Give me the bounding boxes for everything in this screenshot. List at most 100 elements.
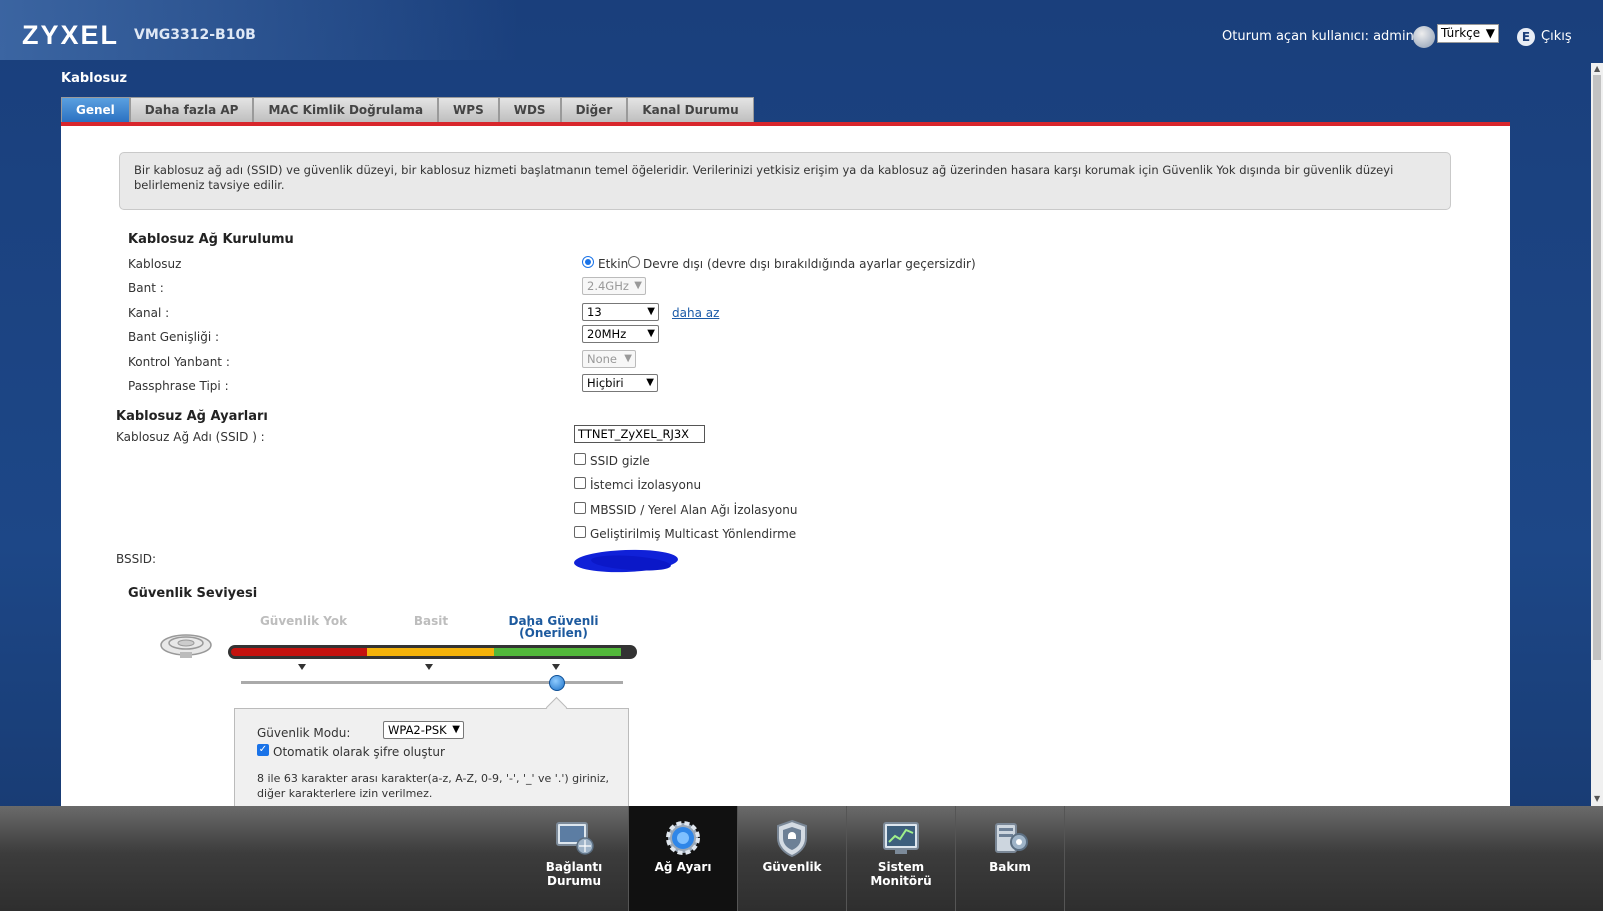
level-recommended-text: (Önerilen) bbox=[519, 626, 588, 640]
dock-network-settings[interactable]: Ağ Ayarı bbox=[629, 806, 737, 911]
passphrase-select[interactable]: Hiçbiri ▼ bbox=[582, 374, 658, 392]
channel-select[interactable]: 13 ▼ bbox=[582, 303, 659, 321]
tab-wds[interactable]: WDS bbox=[498, 97, 561, 123]
dock-label: Bağlantı Durumu bbox=[545, 860, 603, 888]
brand-logo: ZYXEL bbox=[22, 20, 120, 50]
tab-mac-auth[interactable]: MAC Kimlik Doğrulama bbox=[253, 97, 439, 123]
hide-ssid-label: SSID gizle bbox=[590, 454, 650, 468]
dock-connection-status[interactable]: Bağlantı Durumu bbox=[520, 806, 628, 911]
chevron-down-icon: ▼ bbox=[624, 353, 632, 364]
scroll-up-icon[interactable]: ▲ bbox=[1594, 64, 1600, 73]
wireless-enabled-radio[interactable] bbox=[582, 256, 594, 268]
bandwidth-label: Bant Genişliği : bbox=[128, 330, 220, 344]
level-segment-yellow bbox=[367, 648, 494, 656]
dock-system-monitor[interactable]: Sistem Monitörü bbox=[847, 806, 955, 911]
tab-wps[interactable]: WPS bbox=[438, 97, 499, 123]
logout-icon[interactable]: E bbox=[1517, 28, 1535, 46]
page-scrollbar[interactable]: ▲ ▼ bbox=[1591, 63, 1603, 806]
bandwidth-value: 20MHz bbox=[587, 327, 627, 341]
auto-password-label: Otomatik olarak şifre oluştur bbox=[273, 745, 445, 759]
scroll-down-icon[interactable]: ▼ bbox=[1594, 794, 1600, 803]
dock-security[interactable]: Güvenlik bbox=[738, 806, 846, 911]
security-slider-knob[interactable] bbox=[549, 675, 565, 691]
tab-channel-status[interactable]: Kanal Durumu bbox=[627, 97, 754, 123]
ssid-label: Kablosuz Ağ Adı (SSID ) : bbox=[116, 430, 265, 444]
level-marker-more bbox=[552, 664, 560, 670]
chevron-down-icon: ▼ bbox=[646, 377, 654, 388]
dock-label: Ağ Ayarı bbox=[654, 860, 712, 874]
tab-general[interactable]: Genel bbox=[61, 97, 130, 123]
security-mode-label: Güvenlik Modu: bbox=[257, 726, 351, 740]
sideband-label: Kontrol Yanbant : bbox=[128, 355, 230, 369]
logout-link[interactable]: Çıkış bbox=[1541, 29, 1572, 44]
network-heading: Kablosuz Ağ Ayarları bbox=[116, 409, 268, 424]
info-note: Bir kablosuz ağ adı (SSID) ve güvenlik d… bbox=[119, 152, 1451, 210]
tab-bar: Genel Daha fazla AP MAC Kimlik Doğrulama… bbox=[61, 97, 754, 123]
wireless-enabled-label: Etkin bbox=[598, 257, 629, 271]
dock-label: Sistem Monitörü bbox=[870, 860, 932, 888]
channel-value: 13 bbox=[587, 305, 602, 319]
dock-label: Bakım bbox=[989, 860, 1031, 874]
content-panel: Bir kablosuz ağ adı (SSID) ve güvenlik d… bbox=[61, 126, 1510, 819]
tab-other[interactable]: Diğer bbox=[560, 97, 628, 123]
model-name: VMG3312-B10B bbox=[134, 27, 256, 43]
security-mode-value: WPA2-PSK bbox=[388, 723, 447, 737]
chart-icon bbox=[883, 822, 919, 854]
passphrase-label: Passphrase Tipi : bbox=[128, 379, 229, 393]
band-select[interactable]: 2.4GHz ▼ bbox=[582, 277, 646, 295]
language-select[interactable]: Türkçe ▼ bbox=[1437, 24, 1499, 43]
passphrase-value: Hiçbiri bbox=[587, 376, 624, 390]
security-mode-select[interactable]: WPA2-PSK ▼ bbox=[383, 721, 464, 739]
mbssid-label: MBSSID / Yerel Alan Ağı İzolasyonu bbox=[590, 503, 798, 517]
level-none-label[interactable]: Güvenlik Yok bbox=[251, 614, 356, 628]
wireless-label: Kablosuz bbox=[128, 257, 182, 271]
level-marker-basic bbox=[425, 664, 433, 670]
user-avatar-icon bbox=[1413, 26, 1435, 48]
chevron-down-icon: ▼ bbox=[647, 328, 655, 339]
password-hint-line1: 8 ile 63 karakter arası karakter(a-z, A-… bbox=[257, 772, 610, 785]
hide-ssid-checkbox[interactable] bbox=[574, 453, 586, 465]
security-heading: Güvenlik Seviyesi bbox=[128, 586, 258, 601]
security-level-slider[interactable] bbox=[241, 681, 623, 684]
level-marker-none bbox=[298, 664, 306, 670]
client-isolation-checkbox[interactable] bbox=[574, 477, 586, 489]
band-value: 2.4GHz bbox=[587, 279, 629, 293]
monitor-icon bbox=[556, 822, 594, 855]
channel-label: Kanal : bbox=[128, 306, 170, 320]
bandwidth-select[interactable]: 20MHz ▼ bbox=[582, 325, 659, 343]
band-label: Bant : bbox=[128, 281, 164, 295]
language-value: Türkçe bbox=[1441, 26, 1481, 40]
setup-heading: Kablosuz Ağ Kurulumu bbox=[128, 232, 294, 247]
level-more-secure-label[interactable]: Daha Güvenli (Önerilen) bbox=[491, 615, 616, 639]
dock-label: Güvenlik bbox=[762, 860, 822, 874]
chevron-down-icon: ▼ bbox=[634, 280, 642, 291]
sideband-value: None bbox=[587, 352, 618, 366]
sideband-select[interactable]: None ▼ bbox=[582, 350, 636, 368]
tools-icon bbox=[995, 823, 1028, 853]
scroll-thumb[interactable] bbox=[1593, 75, 1601, 660]
wireless-disabled-radio[interactable] bbox=[628, 256, 640, 268]
chevron-down-icon: ▼ bbox=[1485, 26, 1495, 40]
chevron-down-icon: ▼ bbox=[452, 724, 460, 735]
password-hint-line2: diğer karakterlere izin verilmez. bbox=[257, 787, 433, 800]
router-icon bbox=[160, 634, 212, 658]
dock-separator bbox=[1064, 806, 1065, 911]
less-link[interactable]: daha az bbox=[672, 306, 719, 320]
security-level-bar bbox=[228, 645, 637, 659]
bssid-label: BSSID: bbox=[116, 552, 157, 566]
multicast-checkbox[interactable] bbox=[574, 526, 586, 538]
multicast-label: Geliştirilmiş Multicast Yönlendirme bbox=[590, 527, 797, 541]
ssid-input[interactable]: TTNET_ZyXEL_RJ3X bbox=[574, 425, 705, 443]
level-basic-label[interactable]: Basit bbox=[391, 614, 471, 628]
logged-in-user: Oturum açan kullanıcı: admin bbox=[1222, 29, 1414, 44]
wireless-disabled-label: Devre dışı (devre dışı bırakıldığında ay… bbox=[643, 257, 976, 271]
dock-maintenance[interactable]: Bakım bbox=[956, 806, 1064, 911]
security-mode-panel: Güvenlik Modu: WPA2-PSK ▼ ✓ Otomatik olar… bbox=[234, 708, 629, 819]
gear-icon bbox=[666, 821, 700, 855]
chevron-down-icon: ▼ bbox=[647, 306, 655, 317]
bottom-dock: Bağlantı Durumu Ağ Ayarı Güvenlik Sistem… bbox=[0, 806, 1603, 911]
section-title: Kablosuz bbox=[61, 71, 128, 86]
tab-more-ap[interactable]: Daha fazla AP bbox=[129, 97, 254, 123]
mbssid-checkbox[interactable] bbox=[574, 502, 586, 514]
auto-password-checkbox[interactable]: ✓ bbox=[257, 744, 269, 756]
